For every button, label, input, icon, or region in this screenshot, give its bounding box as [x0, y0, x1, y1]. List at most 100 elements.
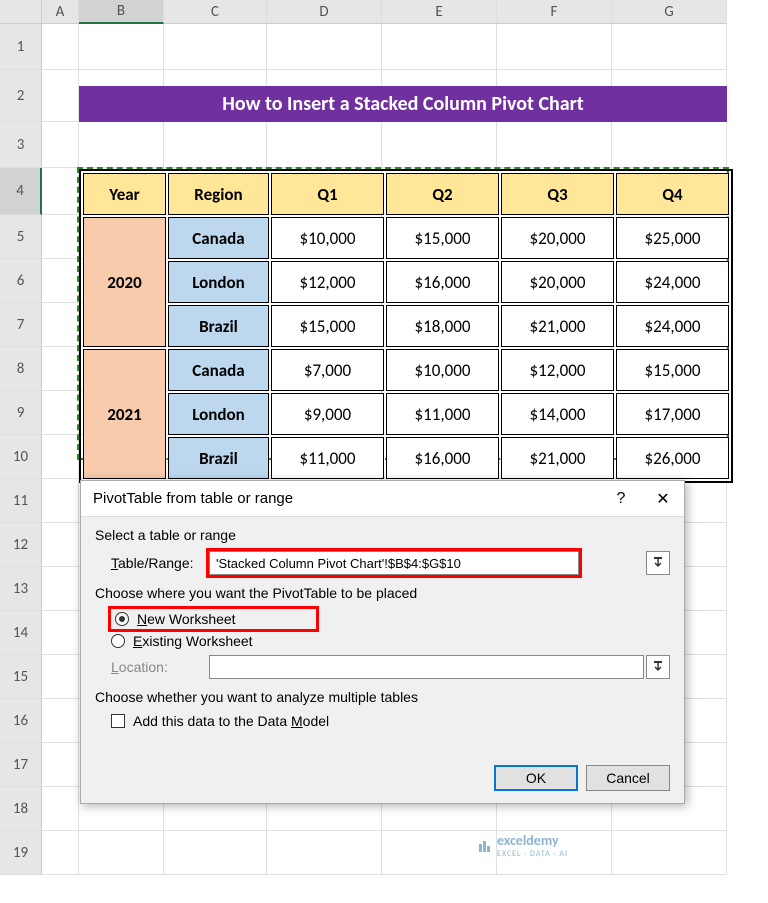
value-cell[interactable]: $12,000: [501, 349, 614, 391]
radio-icon: [111, 634, 125, 648]
row-header-1[interactable]: 1: [0, 24, 42, 70]
value-cell[interactable]: $24,000: [616, 305, 729, 347]
ok-button[interactable]: OK: [494, 765, 578, 791]
logo-icon: [477, 838, 493, 854]
collapse-range-icon[interactable]: [646, 655, 670, 679]
table-range-label: Table/Range:: [111, 555, 209, 571]
close-icon[interactable]: ✕: [642, 481, 684, 517]
header-q4[interactable]: Q4: [616, 173, 729, 215]
header-region[interactable]: Region: [168, 173, 269, 215]
radio-new-worksheet[interactable]: New Worksheet: [111, 609, 316, 629]
value-cell[interactable]: $14,000: [501, 393, 614, 435]
year-cell[interactable]: 2020: [83, 217, 166, 347]
page-title: How to Insert a Stacked Column Pivot Cha…: [79, 86, 727, 122]
value-cell[interactable]: $7,000: [271, 349, 384, 391]
value-cell[interactable]: $17,000: [616, 393, 729, 435]
column-header-C[interactable]: C: [164, 0, 267, 24]
column-header-D[interactable]: D: [267, 0, 382, 24]
watermark-brand: exceldemy: [497, 832, 568, 849]
location-input[interactable]: [209, 655, 644, 679]
row-header-10[interactable]: 10: [0, 435, 42, 479]
row-header-11[interactable]: 11: [0, 479, 42, 523]
collapse-range-icon[interactable]: [646, 551, 670, 575]
header-q3[interactable]: Q3: [501, 173, 614, 215]
row-header-2[interactable]: 2: [0, 70, 42, 122]
section-multiple-tables: Choose whether you want to analyze multi…: [95, 689, 670, 705]
value-cell[interactable]: $16,000: [386, 437, 499, 479]
column-header-E[interactable]: E: [382, 0, 497, 24]
value-cell[interactable]: $15,000: [271, 305, 384, 347]
row-header-13[interactable]: 13: [0, 567, 42, 611]
header-q2[interactable]: Q2: [386, 173, 499, 215]
help-icon[interactable]: ?: [600, 481, 642, 517]
value-cell[interactable]: $25,000: [616, 217, 729, 259]
radio-existing-worksheet[interactable]: Existing Worksheet: [111, 633, 670, 649]
region-cell[interactable]: London: [168, 393, 269, 435]
row-header-19[interactable]: 19: [0, 831, 42, 875]
year-cell[interactable]: 2021: [83, 349, 166, 479]
row-header-12[interactable]: 12: [0, 523, 42, 567]
data-table: Year Region Q1 Q2 Q3 Q4 2020 Canada $10,…: [79, 169, 733, 483]
row-header-5[interactable]: 5: [0, 215, 42, 259]
value-cell[interactable]: $18,000: [386, 305, 499, 347]
column-header-G[interactable]: G: [612, 0, 727, 24]
region-cell[interactable]: Canada: [168, 349, 269, 391]
column-headers: ABCDEFG: [42, 0, 727, 24]
value-cell[interactable]: $10,000: [386, 349, 499, 391]
table-row: Brazil $11,000 $16,000 $21,000 $26,000: [83, 437, 729, 479]
table-header-row: Year Region Q1 Q2 Q3 Q4: [83, 173, 729, 215]
value-cell[interactable]: $9,000: [271, 393, 384, 435]
row-header-7[interactable]: 7: [0, 303, 42, 347]
region-cell[interactable]: Brazil: [168, 305, 269, 347]
dialog-titlebar[interactable]: PivotTable from table or range ? ✕: [81, 481, 684, 517]
row-header-14[interactable]: 14: [0, 611, 42, 655]
row-header-17[interactable]: 17: [0, 743, 42, 787]
value-cell[interactable]: $20,000: [501, 217, 614, 259]
checkbox-label: Add this data to the Data Model: [133, 713, 329, 729]
row-header-9[interactable]: 9: [0, 391, 42, 435]
radio-label: New Worksheet: [137, 611, 236, 627]
value-cell[interactable]: $10,000: [271, 217, 384, 259]
value-cell[interactable]: $16,000: [386, 261, 499, 303]
region-cell[interactable]: London: [168, 261, 269, 303]
watermark: exceldemy EXCEL · DATA · AI: [477, 832, 568, 859]
row-header-18[interactable]: 18: [0, 787, 42, 831]
select-all-corner[interactable]: [0, 0, 42, 24]
table-row: London $12,000 $16,000 $20,000 $24,000: [83, 261, 729, 303]
value-cell[interactable]: $24,000: [616, 261, 729, 303]
cancel-button[interactable]: Cancel: [586, 765, 670, 791]
value-cell[interactable]: $11,000: [386, 393, 499, 435]
value-cell[interactable]: $12,000: [271, 261, 384, 303]
column-header-F[interactable]: F: [497, 0, 612, 24]
region-cell[interactable]: Canada: [168, 217, 269, 259]
row-header-8[interactable]: 8: [0, 347, 42, 391]
row-header-15[interactable]: 15: [0, 655, 42, 699]
row-header-3[interactable]: 3: [0, 122, 42, 168]
value-cell[interactable]: $21,000: [501, 305, 614, 347]
value-cell[interactable]: $20,000: [501, 261, 614, 303]
section-place: Choose where you want the PivotTable to …: [95, 585, 670, 601]
row-header-16[interactable]: 16: [0, 699, 42, 743]
column-header-B[interactable]: B: [79, 0, 164, 24]
radio-icon: [115, 612, 129, 626]
column-header-A[interactable]: A: [42, 0, 79, 24]
dialog-title-text: PivotTable from table or range: [93, 490, 600, 507]
checkbox-data-model[interactable]: Add this data to the Data Model: [111, 713, 670, 729]
region-cell[interactable]: Brazil: [168, 437, 269, 479]
value-cell[interactable]: $15,000: [616, 349, 729, 391]
table-row: London $9,000 $11,000 $14,000 $17,000: [83, 393, 729, 435]
pivottable-dialog: PivotTable from table or range ? ✕ Selec…: [80, 480, 685, 804]
table-row: Brazil $15,000 $18,000 $21,000 $24,000: [83, 305, 729, 347]
value-cell[interactable]: $21,000: [501, 437, 614, 479]
row-header-4[interactable]: 4: [0, 168, 42, 215]
header-q1[interactable]: Q1: [271, 173, 384, 215]
header-year[interactable]: Year: [83, 173, 166, 215]
value-cell[interactable]: $15,000: [386, 217, 499, 259]
value-cell[interactable]: $11,000: [271, 437, 384, 479]
location-label: Location:: [111, 659, 209, 675]
value-cell[interactable]: $26,000: [616, 437, 729, 479]
table-range-input[interactable]: [209, 551, 579, 575]
table-row: 2020 Canada $10,000 $15,000 $20,000 $25,…: [83, 217, 729, 259]
section-select-range: Select a table or range: [95, 527, 670, 543]
row-header-6[interactable]: 6: [0, 259, 42, 303]
